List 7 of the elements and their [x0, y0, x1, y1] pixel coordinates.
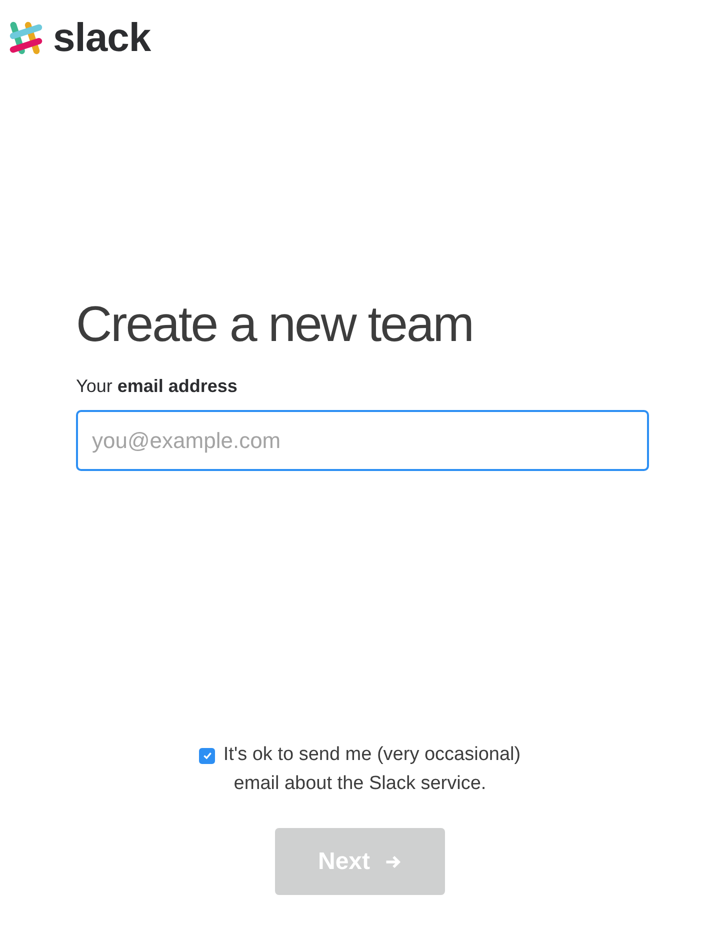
email-field[interactable]: you@example.com [76, 410, 649, 471]
logo-wordmark: slack [53, 16, 151, 60]
check-icon [202, 750, 213, 761]
consent-checkbox[interactable] [199, 748, 216, 764]
consent-label: It's ok to send me (very occasional) email about the Slack service. [223, 744, 521, 794]
email-label: Your email address [76, 376, 238, 397]
page-heading: Create a new team [76, 295, 474, 354]
